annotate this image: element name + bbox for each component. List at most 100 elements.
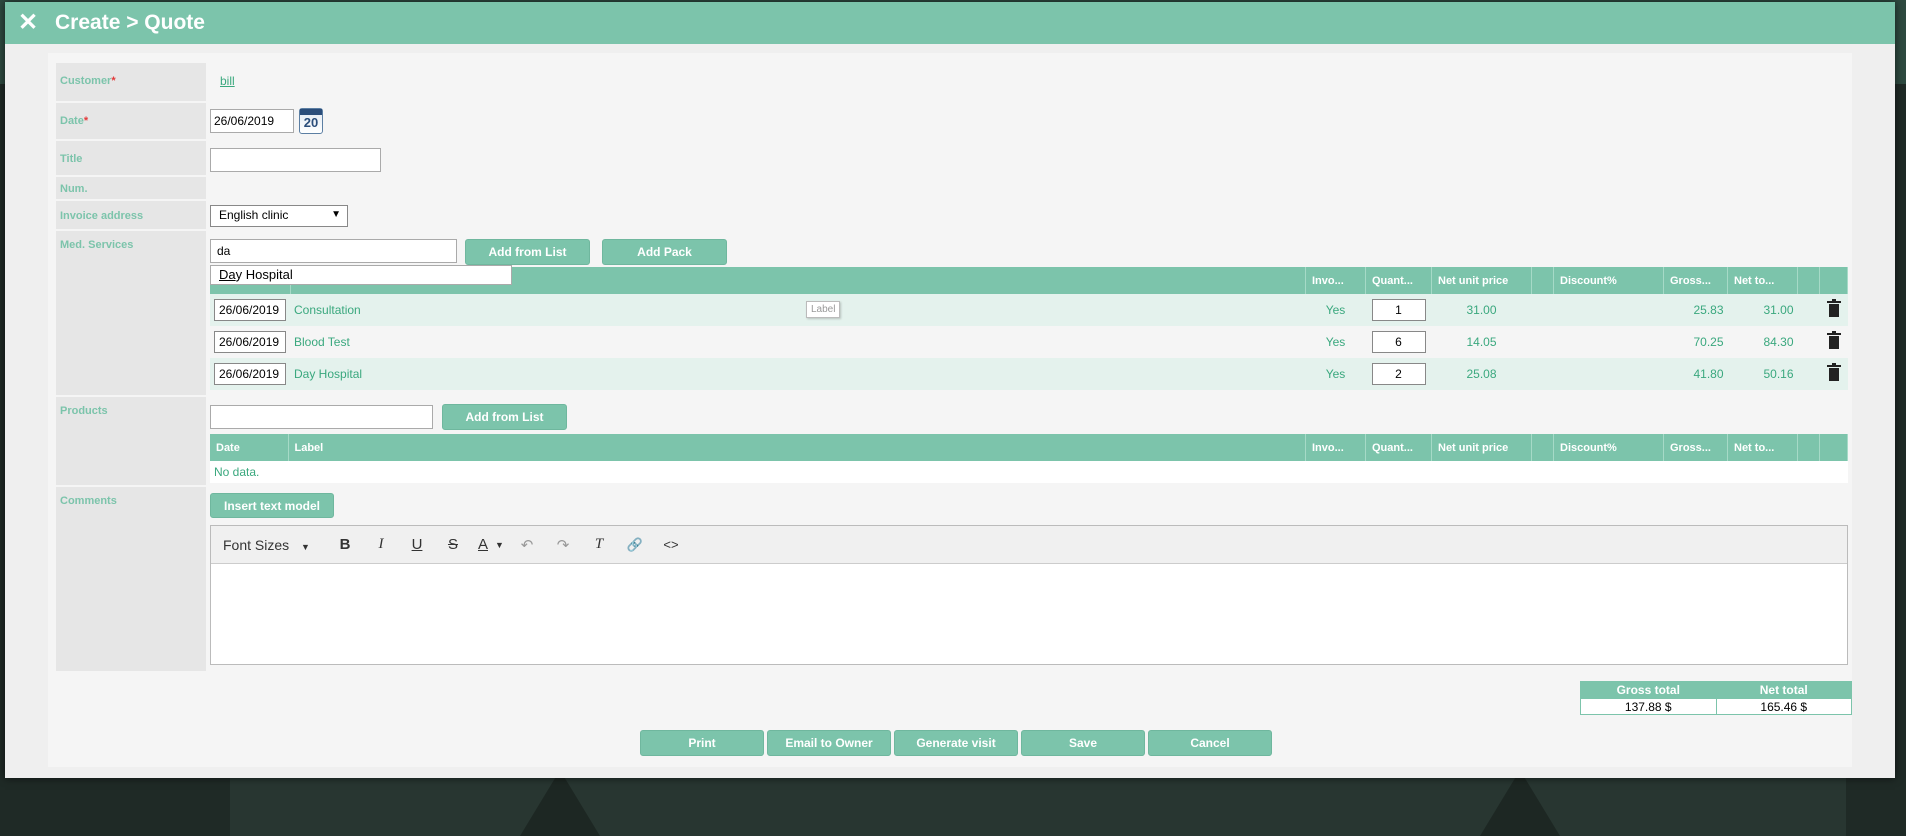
- row-net-unit: 25.08: [1431, 358, 1532, 390]
- comments-label: Comments: [56, 487, 206, 673]
- row-date-input[interactable]: 26/06/2019: [214, 299, 286, 321]
- invoice-address-label: Invoice address: [56, 201, 206, 231]
- column-header[interactable]: Gross...: [1663, 434, 1728, 461]
- column-header[interactable]: Invo...: [1305, 434, 1366, 461]
- net-total-value: 165.46 $: [1715, 698, 1852, 715]
- med-services-add-from-list-button[interactable]: Add from List: [465, 239, 590, 265]
- chevron-down-icon[interactable]: ▼: [495, 540, 509, 550]
- text-color-icon[interactable]: A: [471, 536, 495, 553]
- products-search-input[interactable]: [210, 405, 433, 429]
- column-header[interactable]: Invo...: [1305, 267, 1366, 294]
- products-add-from-list-button[interactable]: Add from List: [442, 404, 567, 430]
- cancel-button[interactable]: Cancel: [1148, 730, 1272, 756]
- column-header[interactable]: Net unit price: [1431, 267, 1532, 294]
- products-label: Products: [56, 397, 206, 487]
- trash-icon[interactable]: [1826, 331, 1841, 349]
- undo-icon[interactable]: ↶: [509, 536, 545, 554]
- column-header[interactable]: Discount%: [1553, 434, 1664, 461]
- table-row: 26/06/2019 Consultation Yes 1 31.00 25.8…: [210, 294, 1848, 326]
- column-header[interactable]: Quant...: [1365, 267, 1432, 294]
- net-total-label: Net total: [1715, 681, 1852, 699]
- title-input[interactable]: [210, 148, 381, 172]
- customer-row: Customer* bill: [56, 63, 1846, 103]
- bold-icon[interactable]: B: [327, 536, 363, 553]
- column-header[interactable]: Discount%: [1553, 267, 1664, 294]
- column-header[interactable]: Label: [288, 434, 1306, 461]
- column-header[interactable]: Gross...: [1663, 267, 1728, 294]
- row-qty-input[interactable]: 6: [1371, 331, 1426, 353]
- med-services-table: Date Label Invo... Quant... Net unit pri…: [210, 267, 1848, 390]
- num-row: Num.: [56, 177, 1846, 201]
- chevron-down-icon: ▼: [301, 541, 310, 552]
- editor-body[interactable]: [211, 564, 1847, 664]
- column-header: [1531, 267, 1554, 294]
- med-services-search-input[interactable]: [210, 239, 457, 263]
- row-qty-input[interactable]: 2: [1371, 363, 1426, 385]
- date-input[interactable]: [210, 109, 294, 133]
- row-discount[interactable]: [1553, 294, 1664, 326]
- row-label: Consultation: [290, 294, 1306, 326]
- row-date-input[interactable]: 26/06/2019: [214, 363, 286, 385]
- title-label: Title: [56, 141, 206, 177]
- med-services-label: Med. Services: [56, 231, 206, 397]
- email-to-owner-button[interactable]: Email to Owner: [767, 730, 891, 756]
- trash-icon[interactable]: [1826, 363, 1841, 381]
- quote-form: Customer* bill Date* 20 Title Num. Invoi…: [48, 53, 1852, 767]
- gross-total-label: Gross total: [1580, 681, 1717, 699]
- row-gross: 70.25: [1663, 326, 1728, 358]
- redo-icon[interactable]: ↷: [545, 536, 581, 554]
- invoice-address-row: Invoice address English clinic ▼: [56, 201, 1846, 231]
- close-icon[interactable]: ✕: [15, 11, 41, 35]
- row-date-input[interactable]: 26/06/2019: [214, 331, 286, 353]
- generate-visit-button[interactable]: Generate visit: [894, 730, 1018, 756]
- calendar-icon[interactable]: 20: [299, 108, 323, 134]
- row-qty-input[interactable]: 1: [1371, 299, 1426, 321]
- empty-message: No data.: [210, 461, 1848, 483]
- row-gross: 25.83: [1663, 294, 1728, 326]
- row-invoiced: Yes: [1305, 358, 1366, 390]
- date-label: Date*: [56, 103, 206, 141]
- row-net-total: 31.00: [1727, 294, 1798, 326]
- save-button[interactable]: Save: [1021, 730, 1145, 756]
- customer-link[interactable]: bill: [220, 74, 235, 88]
- row-invoiced: Yes: [1305, 326, 1366, 358]
- row-label: Day Hospital: [290, 358, 1306, 390]
- insert-text-model-button[interactable]: Insert text model: [210, 493, 334, 518]
- autocomplete-option[interactable]: Day Hospital: [210, 265, 512, 285]
- table-row: 26/06/2019 Day Hospital Yes 2 25.08 41.8…: [210, 358, 1848, 390]
- row-discount[interactable]: [1553, 326, 1664, 358]
- invoice-address-select[interactable]: English clinic ▼: [210, 205, 348, 227]
- column-header: [1819, 434, 1848, 461]
- column-header: [1531, 434, 1554, 461]
- column-tooltip: Label: [806, 301, 841, 318]
- italic-icon[interactable]: I: [363, 536, 399, 553]
- clear-format-icon[interactable]: T: [581, 536, 617, 553]
- totals-table: Gross total Net total 137.88 $ 165.46 $: [1580, 681, 1852, 715]
- trash-icon[interactable]: [1826, 299, 1841, 317]
- footer-buttons: Print Email to Owner Generate visit Save…: [640, 730, 1272, 756]
- table-row: 26/06/2019 Blood Test Yes 6 14.05 70.25 …: [210, 326, 1848, 358]
- row-discount[interactable]: [1553, 358, 1664, 390]
- code-icon[interactable]: <>: [653, 537, 689, 552]
- column-header[interactable]: Net unit price: [1431, 434, 1532, 461]
- background-panel: [230, 770, 1846, 836]
- modal-title: Create > Quote: [55, 11, 205, 34]
- strikethrough-icon[interactable]: S: [435, 536, 471, 553]
- column-header: [1819, 267, 1848, 294]
- row-invoiced: Yes: [1305, 294, 1366, 326]
- font-sizes-dropdown[interactable]: Font Sizes ▼: [223, 537, 327, 553]
- row-net-unit: 31.00: [1431, 294, 1532, 326]
- date-row: Date* 20: [56, 103, 1846, 141]
- row-gross: 41.80: [1663, 358, 1728, 390]
- column-header[interactable]: Net to...: [1727, 434, 1798, 461]
- print-button[interactable]: Print: [640, 730, 764, 756]
- num-label: Num.: [56, 177, 206, 201]
- column-header[interactable]: Date: [210, 434, 289, 461]
- add-pack-button[interactable]: Add Pack: [602, 239, 727, 265]
- modal-header: ✕ Create > Quote: [5, 2, 1895, 44]
- link-icon[interactable]: 🔗: [617, 537, 653, 553]
- background-shape: [1480, 770, 1560, 836]
- column-header[interactable]: Net to...: [1727, 267, 1798, 294]
- underline-icon[interactable]: U: [399, 536, 435, 553]
- column-header[interactable]: Quant...: [1365, 434, 1432, 461]
